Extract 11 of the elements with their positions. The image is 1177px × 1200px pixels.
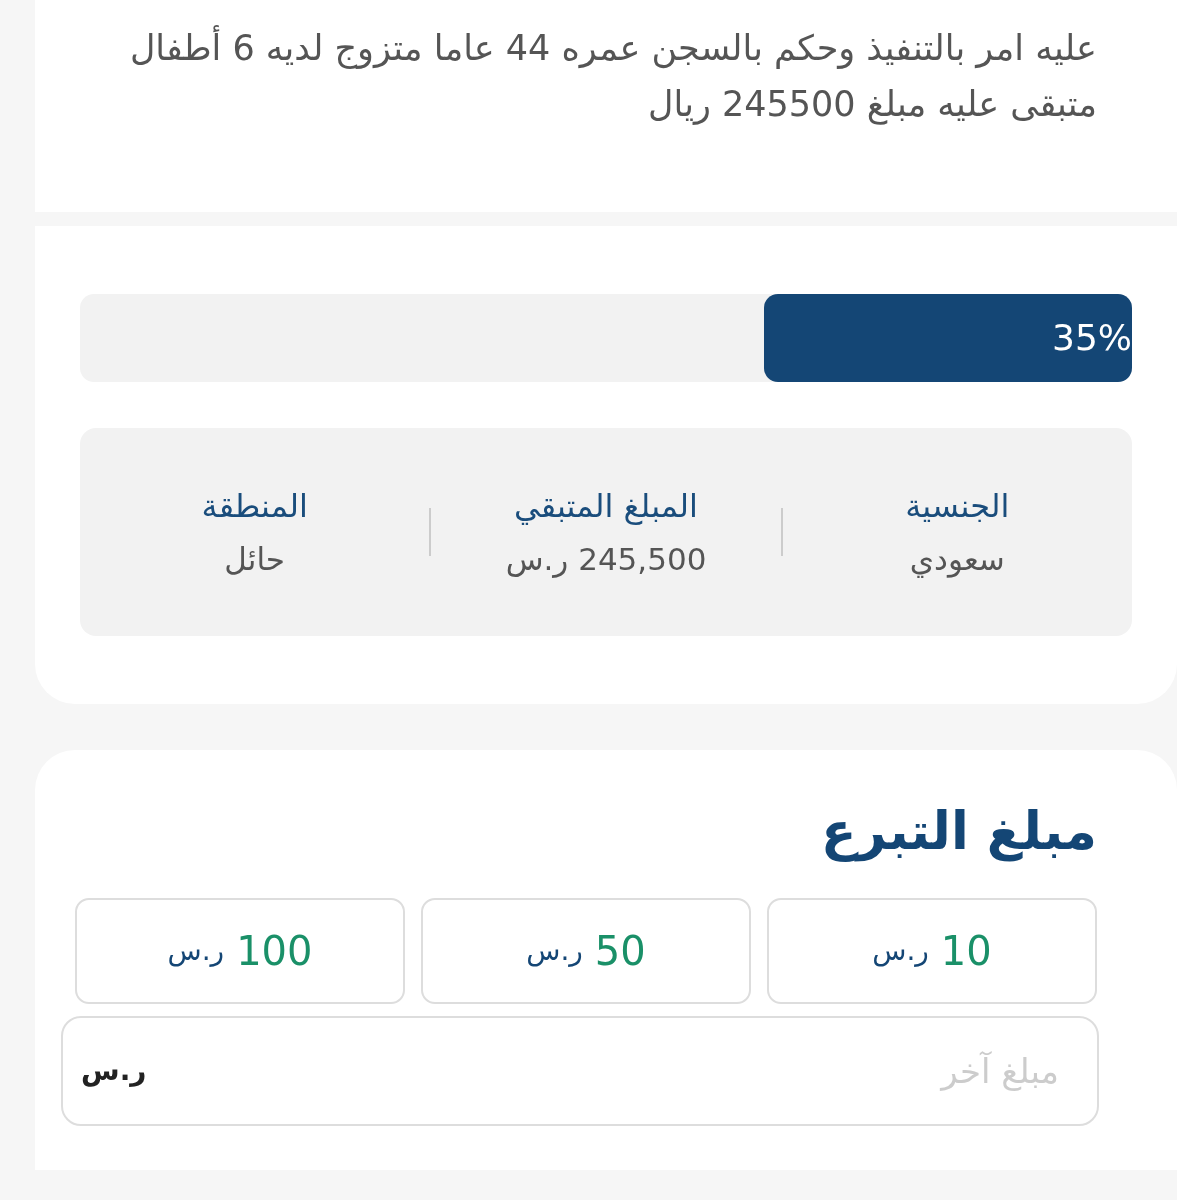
stat-value: حائل bbox=[224, 540, 286, 577]
stat-label: الجنسية bbox=[904, 485, 1011, 527]
case-description: عليه امر بالتنفيذ وحكم بالسجن عمره 44 عاما متزوج لديه 6 أطفال متبقى عليه مبلغ 245500 ريال bbox=[75, 20, 1097, 132]
stat-label: المنطقة bbox=[200, 485, 309, 527]
stat-label: المبلغ المتبقي bbox=[513, 485, 699, 527]
progress-fill: 35% bbox=[763, 294, 1132, 382]
currency-label: ر.س bbox=[81, 1053, 147, 1090]
section-title: مبلغ التبرع bbox=[820, 800, 1097, 863]
currency-label: ر.س bbox=[505, 540, 569, 577]
stat-value: 245,500 bbox=[578, 540, 707, 577]
stat-value: سعودي bbox=[909, 540, 1005, 577]
